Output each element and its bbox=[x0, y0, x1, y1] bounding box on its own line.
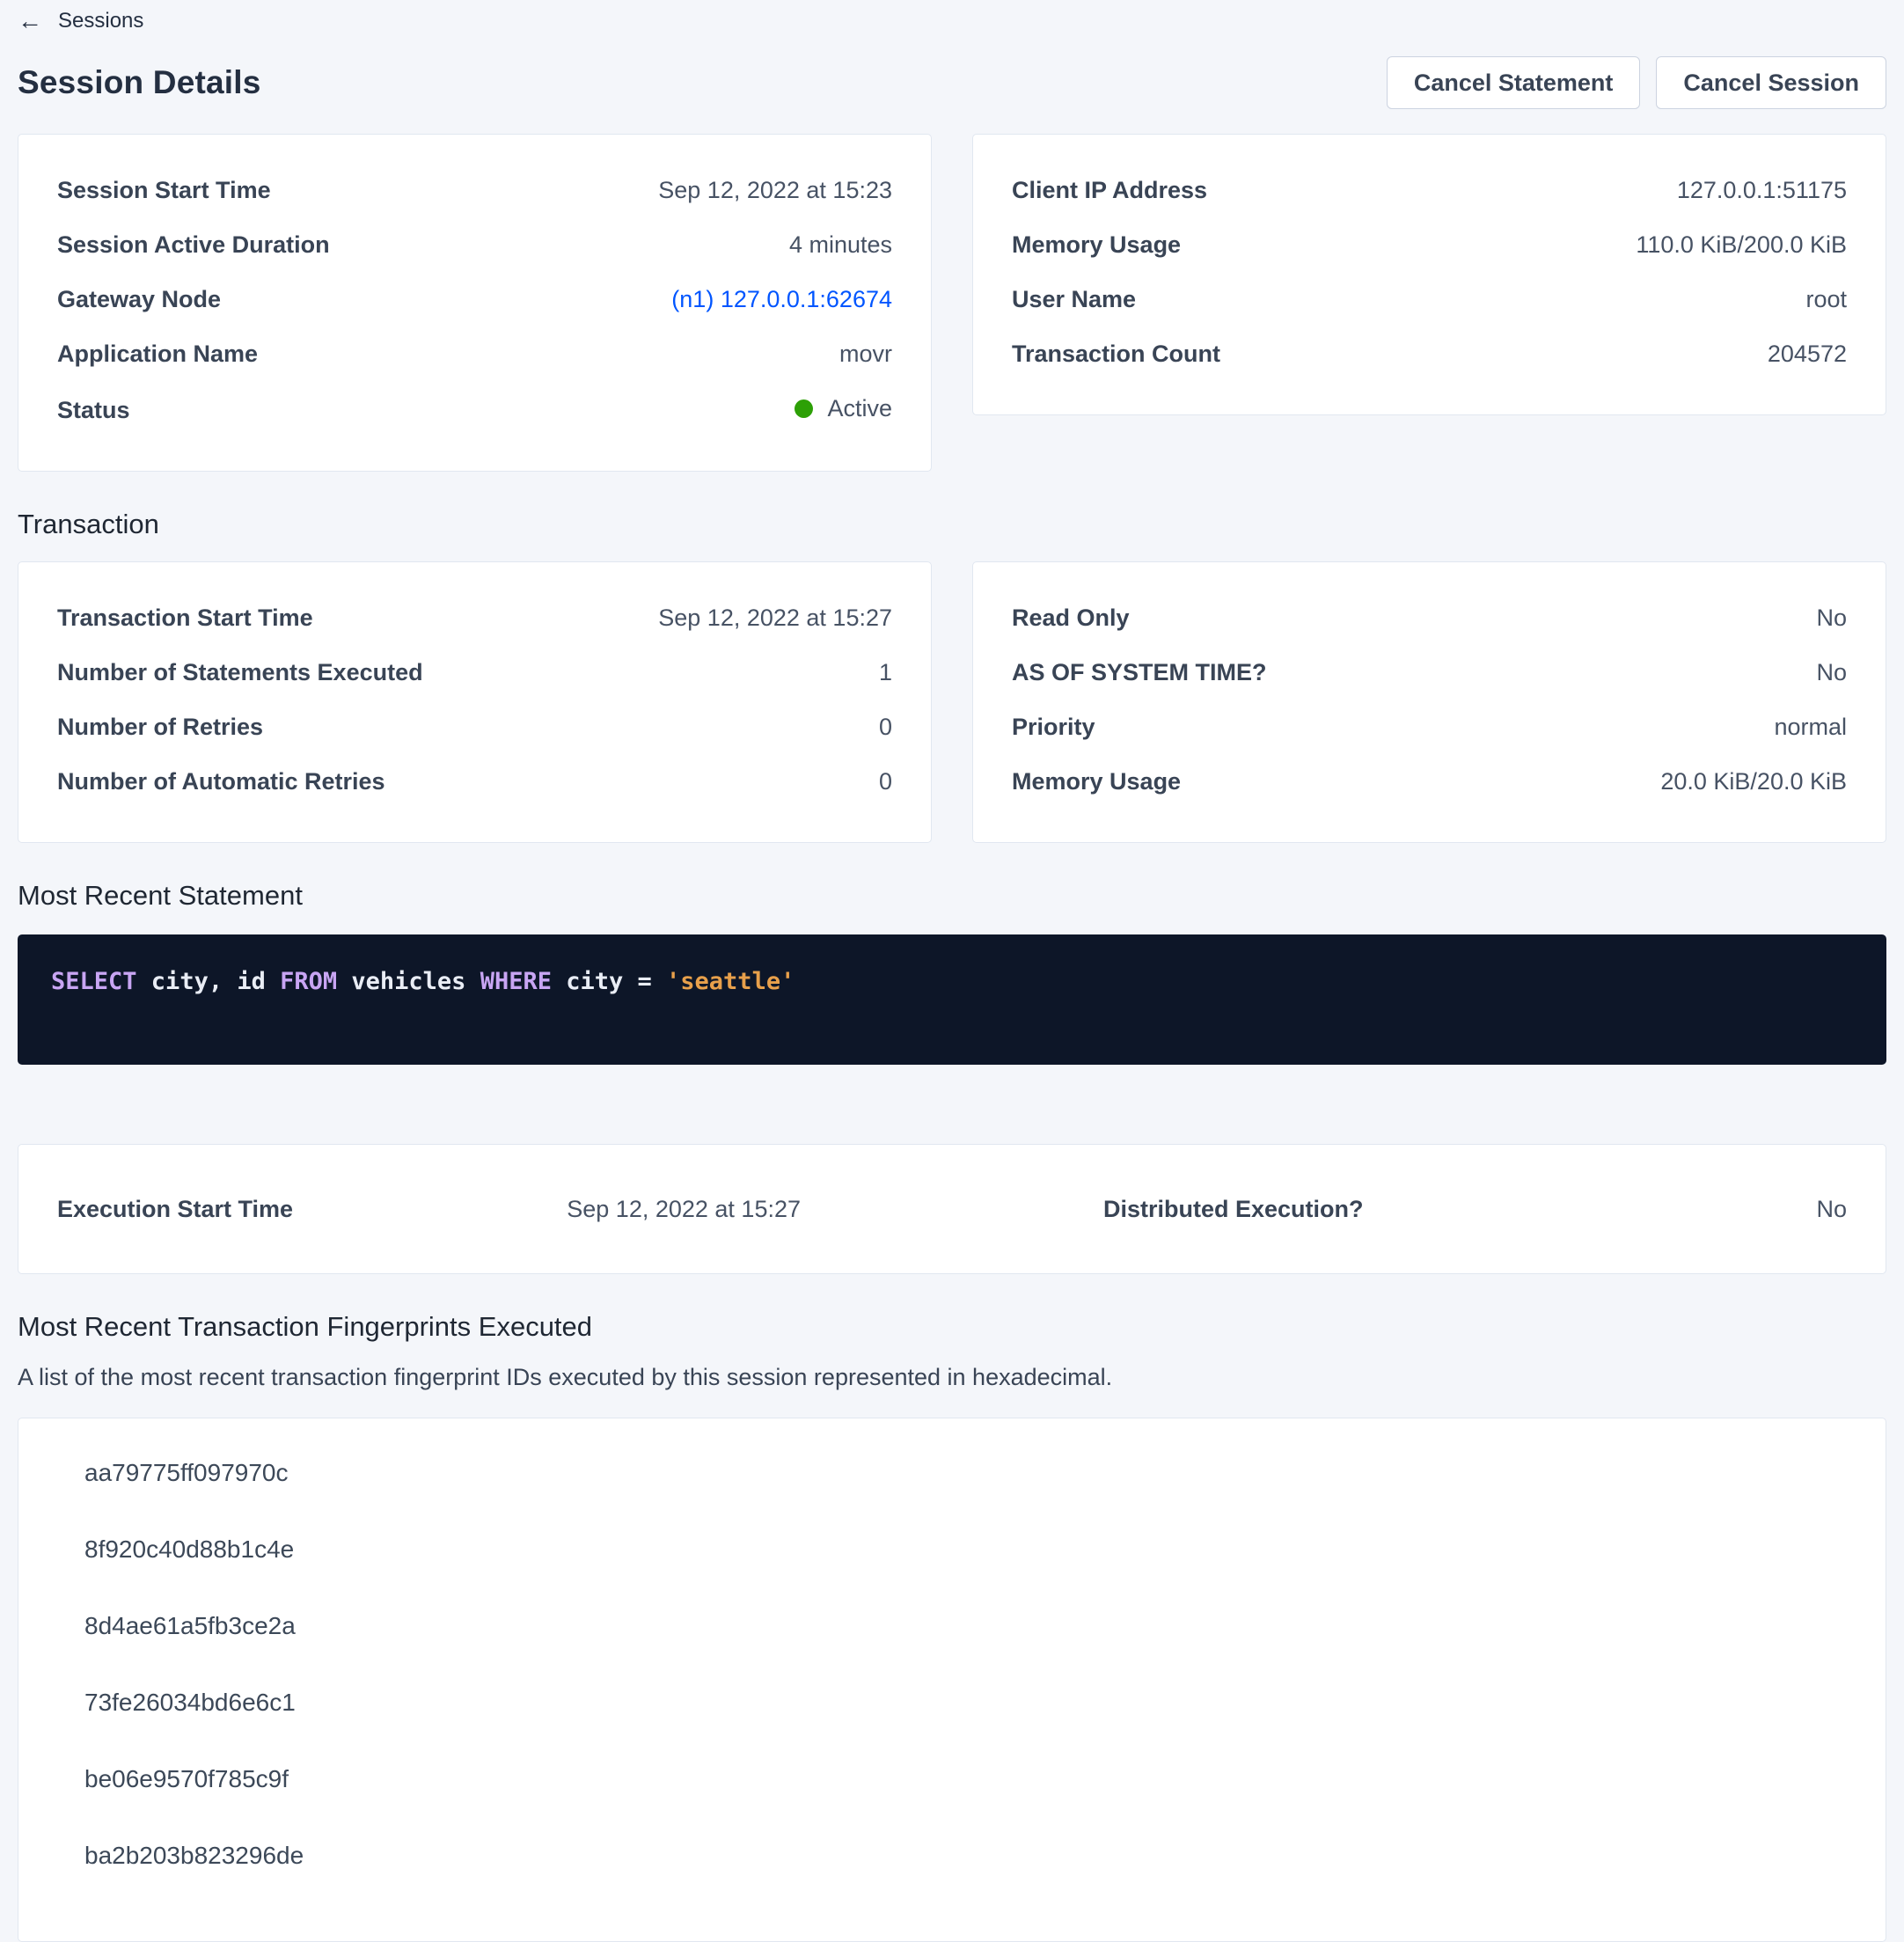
application-name-label: Application Name bbox=[57, 339, 258, 369]
transaction-stats-card: Transaction Start Time Sep 12, 2022 at 1… bbox=[18, 561, 932, 843]
fingerprints-card: aa79775ff097970c 8f920c40d88b1c4e 8d4ae61a… bbox=[18, 1418, 1886, 1942]
execution-start-label: Execution Start Time bbox=[57, 1194, 293, 1224]
fingerprint-list: aa79775ff097970c 8f920c40d88b1c4e 8d4ae61a… bbox=[84, 1457, 1847, 1872]
application-name-row: Application Name movr bbox=[57, 326, 892, 381]
fingerprints-section-heading: Most Recent Transaction Fingerprints Exe… bbox=[18, 1311, 1886, 1343]
retries-value: 0 bbox=[879, 712, 892, 742]
statements-executed-value: 1 bbox=[879, 657, 892, 687]
priority-value: normal bbox=[1774, 712, 1847, 742]
session-duration-label: Session Active Duration bbox=[57, 230, 330, 260]
session-duration-value: 4 minutes bbox=[789, 230, 892, 260]
sql-token-kw: FROM bbox=[280, 968, 337, 995]
cancel-statement-button[interactable]: Cancel Statement bbox=[1387, 56, 1641, 109]
fingerprint-item: be06e9570f785c9f bbox=[84, 1763, 1847, 1795]
read-only-row: Read Only No bbox=[1012, 590, 1847, 645]
fingerprint-item: 8f920c40d88b1c4e bbox=[84, 1534, 1847, 1565]
session-summary-row: Session Start Time Sep 12, 2022 at 15:23… bbox=[18, 134, 1886, 472]
client-ip-label: Client IP Address bbox=[1012, 175, 1207, 205]
status-label: Status bbox=[57, 395, 130, 425]
status-value: Active bbox=[795, 393, 892, 423]
txn-memory-row: Memory Usage 20.0 KiB/20.0 KiB bbox=[1012, 754, 1847, 809]
breadcrumb-label: Sessions bbox=[58, 9, 143, 33]
session-memory-row: Memory Usage 110.0 KiB/200.0 KiB bbox=[1012, 217, 1847, 272]
fingerprint-item: aa79775ff097970c bbox=[84, 1457, 1847, 1489]
transaction-start-row: Transaction Start Time Sep 12, 2022 at 1… bbox=[57, 590, 892, 645]
read-only-value: No bbox=[1816, 603, 1847, 633]
auto-retries-value: 0 bbox=[879, 766, 892, 796]
gateway-node-row: Gateway Node (n1) 127.0.0.1:62674 bbox=[57, 272, 892, 326]
session-start-time-value: Sep 12, 2022 at 15:23 bbox=[658, 175, 892, 205]
sql-token-kw: WHERE bbox=[480, 968, 552, 995]
user-name-label: User Name bbox=[1012, 284, 1136, 314]
session-duration-row: Session Active Duration 4 minutes bbox=[57, 217, 892, 272]
distributed-execution-label: Distributed Execution? bbox=[1103, 1194, 1364, 1224]
status-text: Active bbox=[827, 393, 892, 423]
distributed-execution-row: Distributed Execution? No bbox=[1103, 1194, 1847, 1224]
arrow-left-icon: ← bbox=[18, 9, 42, 33]
session-start-time-label: Session Start Time bbox=[57, 175, 271, 205]
auto-retries-row: Number of Automatic Retries 0 bbox=[57, 754, 892, 809]
distributed-execution-value: No bbox=[1816, 1194, 1847, 1224]
header-actions: Cancel Statement Cancel Session bbox=[1387, 56, 1886, 109]
fingerprints-description: A list of the most recent transaction fi… bbox=[18, 1364, 1886, 1391]
sql-token-pl: vehicles bbox=[337, 968, 480, 995]
client-info-card: Client IP Address 127.0.0.1:51175 Memory… bbox=[972, 134, 1886, 415]
priority-row: Priority normal bbox=[1012, 700, 1847, 754]
txn-memory-value: 20.0 KiB/20.0 KiB bbox=[1660, 766, 1847, 796]
priority-label: Priority bbox=[1012, 712, 1095, 742]
aost-row: AS OF SYSTEM TIME? No bbox=[1012, 645, 1847, 700]
session-memory-value: 110.0 KiB/200.0 KiB bbox=[1636, 230, 1847, 260]
transaction-count-value: 204572 bbox=[1768, 339, 1847, 369]
auto-retries-label: Number of Automatic Retries bbox=[57, 766, 385, 796]
execution-start-value: Sep 12, 2022 at 15:27 bbox=[567, 1194, 801, 1224]
txn-memory-label: Memory Usage bbox=[1012, 766, 1181, 796]
user-name-value: root bbox=[1805, 284, 1847, 314]
session-memory-label: Memory Usage bbox=[1012, 230, 1181, 260]
user-name-row: User Name root bbox=[1012, 272, 1847, 326]
sql-token-kw: SELECT bbox=[51, 968, 137, 995]
application-name-value: movr bbox=[839, 339, 892, 369]
gateway-node-label: Gateway Node bbox=[57, 284, 221, 314]
sql-statement-code: SELECT city, id FROM vehicles WHERE city… bbox=[51, 966, 1853, 998]
retries-label: Number of Retries bbox=[57, 712, 263, 742]
aost-label: AS OF SYSTEM TIME? bbox=[1012, 657, 1267, 687]
client-ip-row: Client IP Address 127.0.0.1:51175 bbox=[1012, 163, 1847, 217]
read-only-label: Read Only bbox=[1012, 603, 1130, 633]
retries-row: Number of Retries 0 bbox=[57, 700, 892, 754]
transaction-start-value: Sep 12, 2022 at 15:27 bbox=[658, 603, 892, 633]
fingerprint-item: 8d4ae61a5fb3ce2a bbox=[84, 1610, 1847, 1642]
page-title: Session Details bbox=[18, 64, 261, 101]
transaction-count-row: Transaction Count 204572 bbox=[1012, 326, 1847, 381]
aost-value: No bbox=[1816, 657, 1847, 687]
transaction-section-heading: Transaction bbox=[18, 509, 1886, 540]
sql-token-pl: city = bbox=[552, 968, 666, 995]
statement-section-heading: Most Recent Statement bbox=[18, 880, 1886, 912]
page-header: Session Details Cancel Statement Cancel … bbox=[18, 56, 1886, 109]
fingerprint-item: ba2b203b823296de bbox=[84, 1840, 1847, 1872]
sql-statement-box: SELECT city, id FROM vehicles WHERE city… bbox=[18, 934, 1886, 1065]
execution-card: Execution Start Time Sep 12, 2022 at 15:… bbox=[18, 1144, 1886, 1274]
cancel-session-button[interactable]: Cancel Session bbox=[1656, 56, 1886, 109]
session-info-card: Session Start Time Sep 12, 2022 at 15:23… bbox=[18, 134, 932, 472]
status-active-dot-icon bbox=[795, 399, 813, 418]
transaction-count-label: Transaction Count bbox=[1012, 339, 1220, 369]
fingerprint-item: 73fe26034bd6e6c1 bbox=[84, 1687, 1847, 1718]
statements-executed-row: Number of Statements Executed 1 bbox=[57, 645, 892, 700]
transaction-row: Transaction Start Time Sep 12, 2022 at 1… bbox=[18, 561, 1886, 843]
sql-token-pl: city, id bbox=[137, 968, 281, 995]
status-row: Status Active bbox=[57, 381, 892, 437]
session-start-time-row: Session Start Time Sep 12, 2022 at 15:23 bbox=[57, 163, 892, 217]
client-ip-value: 127.0.0.1:51175 bbox=[1677, 175, 1847, 205]
transaction-props-card: Read Only No AS OF SYSTEM TIME? No Prior… bbox=[972, 561, 1886, 843]
gateway-node-link[interactable]: (n1) 127.0.0.1:62674 bbox=[671, 284, 892, 314]
transaction-start-label: Transaction Start Time bbox=[57, 603, 313, 633]
statements-executed-label: Number of Statements Executed bbox=[57, 657, 423, 687]
sql-token-str: 'seattle' bbox=[666, 968, 795, 995]
breadcrumb-back-sessions[interactable]: ← Sessions bbox=[18, 9, 143, 33]
execution-start-row: Execution Start Time Sep 12, 2022 at 15:… bbox=[57, 1194, 801, 1224]
